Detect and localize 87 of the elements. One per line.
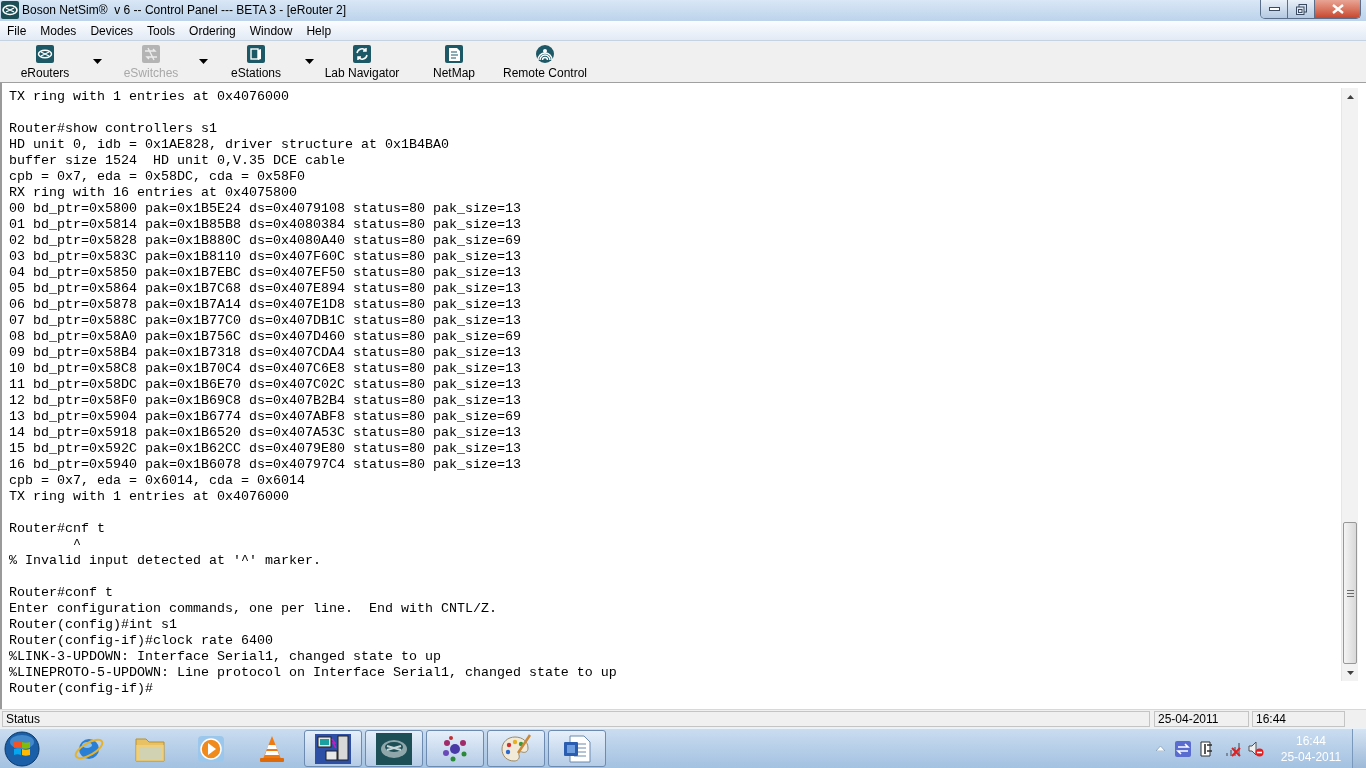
status-time: 16:44 <box>1252 711 1345 727</box>
document-icon <box>445 45 463 63</box>
close-button[interactable] <box>1315 0 1360 18</box>
terminal-line: 09 bd_ptr=0x58B4 pak=0x1B7318 ds=0x407CDA4 status=80 pak_size=13 <box>9 345 521 360</box>
terminal-line: 01 bd_ptr=0x5814 pak=0x1B85B8 ds=0x4080384 status=80 pak_size=13 <box>9 217 521 232</box>
minimize-icon <box>1268 7 1280 11</box>
scrollbar[interactable] <box>1341 88 1358 681</box>
terminal-line: 00 bd_ptr=0x5800 pak=0x1B5E24 ds=0x4079108 status=80 pak_size=13 <box>9 201 521 216</box>
terminal-line: RX ring with 16 entries at 0x4075800 <box>9 185 297 200</box>
taskbar-button[interactable] <box>548 730 606 767</box>
terminal-line: 16 bd_ptr=0x5940 pak=0x1B6078 ds=0x40797C4 status=80 pak_size=13 <box>9 457 521 472</box>
terminal-line: % Invalid input detected at '^' marker. <box>9 553 321 568</box>
menu-item[interactable]: Devices <box>83 22 141 39</box>
power-plug-icon[interactable] <box>1199 740 1215 757</box>
no-signal-icon[interactable] <box>1225 740 1241 757</box>
grip-icon <box>1346 589 1354 597</box>
network-transfer-icon[interactable] <box>1175 740 1191 757</box>
switch-icon <box>142 45 160 63</box>
terminal-line: 07 bd_ptr=0x588C pak=0x1B77C0 ds=0x407DB1C status=80 pak_size=13 <box>9 313 521 328</box>
terminal-line: Router(config-if)# <box>9 681 153 696</box>
caret-down-icon <box>92 59 102 64</box>
terminal-line: 03 bd_ptr=0x583C pak=0x1B8110 ds=0x407F60C status=80 pak_size=13 <box>9 249 521 264</box>
terminal-line: cpb = 0x7, eda = 0x58DC, cda = 0x58F0 <box>9 169 305 184</box>
toolbar-button[interactable]: Remote Control <box>497 41 593 82</box>
router-icon <box>36 45 54 63</box>
palette-icon <box>500 733 532 764</box>
status-date: 25-04-2011 <box>1154 711 1249 727</box>
terminal-line: Router#show controllers s1 <box>9 121 217 136</box>
terminal-line: cpb = 0x7, eda = 0x6014, cda = 0x6014 <box>9 473 305 488</box>
arrows-icon <box>353 45 371 63</box>
terminal-line: 13 bd_ptr=0x5904 pak=0x1B6774 ds=0x407ABF8 status=80 pak_size=69 <box>9 409 521 424</box>
terminal-line: 05 bd_ptr=0x5864 pak=0x1B7C68 ds=0x407E894 status=80 pak_size=13 <box>9 281 521 296</box>
terminal-line: 06 bd_ptr=0x5878 pak=0x1B7A14 ds=0x407E1D8 status=80 pak_size=13 <box>9 297 521 312</box>
caret-down-icon <box>304 59 314 64</box>
terminal-line: 15 bd_ptr=0x592C pak=0x1B62CC ds=0x4079E80 status=80 pak_size=13 <box>9 441 521 456</box>
taskbar-button[interactable] <box>426 730 484 767</box>
terminal-line: %LINK-3-UPDOWN: Interface Serial1, changed state to up <box>9 649 441 664</box>
terminal-line: ^ <box>73 537 81 552</box>
terminal-line: Router(config-if)#clock rate 6400 <box>9 633 273 648</box>
terminal-line: %LINEPROTO-5-UPDOWN: Line protocol on Interface Serial1, changed state to up <box>9 665 617 680</box>
menu-item[interactable]: File <box>0 22 34 39</box>
terminal-line: Router#cnf t <box>9 521 105 536</box>
terminal-line: 12 bd_ptr=0x58F0 pak=0x1B69C8 ds=0x407B2B4 status=80 pak_size=13 <box>9 393 521 408</box>
close-icon <box>1331 4 1344 14</box>
terminal-line: TX ring with 1 entries at 0x4076000 <box>9 89 289 104</box>
caret-down-icon <box>198 59 208 64</box>
menu-item[interactable]: Modes <box>33 22 84 39</box>
app-logo-icon <box>1 1 19 19</box>
signal-icon <box>536 45 554 63</box>
menu-item[interactable]: Tools <box>140 22 183 39</box>
terminal-line: 02 bd_ptr=0x5828 pak=0x1B880C ds=0x4080A40 status=80 pak_size=69 <box>9 233 521 248</box>
taskbar-button[interactable] <box>365 730 423 767</box>
restore-icon <box>1295 3 1307 15</box>
router-logo-icon <box>376 732 412 765</box>
caret-up-icon <box>1155 746 1165 751</box>
terminal-line: Router#conf t <box>9 585 113 600</box>
menu-item[interactable]: Window <box>242 22 300 39</box>
status-message: Status <box>2 711 1150 727</box>
toolbar-button[interactable]: eRouters <box>12 41 78 82</box>
workstation-icon <box>247 45 265 63</box>
menu-item[interactable]: Ordering <box>182 22 243 39</box>
terminal-line: Router(config)#int s1 <box>9 617 177 632</box>
play-icon <box>196 733 226 764</box>
menu-item[interactable]: Help <box>299 22 339 39</box>
terminal-line: 11 bd_ptr=0x58DC pak=0x1B6E70 ds=0x407C02C status=80 pak_size=13 <box>9 377 521 392</box>
caret-down-icon <box>1346 670 1354 675</box>
scroll-thumb[interactable] <box>1343 522 1357 664</box>
terminal-line: 08 bd_ptr=0x58A0 pak=0x1B756C ds=0x407D460 status=80 pak_size=69 <box>9 329 521 344</box>
network-computers-icon <box>314 732 352 765</box>
windows-logo-icon <box>4 730 40 767</box>
terminal-line: HD unit 0, idb = 0x1AE828, driver structure at 0x1B4BA0 <box>9 137 449 152</box>
terminal-line: TX ring with 1 entries at 0x4076000 <box>9 489 289 504</box>
restore-button[interactable] <box>1288 0 1315 18</box>
toolbar-button[interactable]: NetMap <box>424 41 484 82</box>
minimize-button[interactable] <box>1261 0 1288 18</box>
muted-speaker-icon[interactable] <box>1248 740 1264 757</box>
caret-up-icon <box>1346 94 1354 99</box>
toolbar-button[interactable]: eStations <box>223 41 289 82</box>
window-title: Boson NetSim® v 6 -- Control Panel --- BETA 3 - [eRouter 2] <box>22 3 347 17</box>
terminal-line: 14 bd_ptr=0x5918 pak=0x1B6520 ds=0x407A53C status=80 pak_size=13 <box>9 425 521 440</box>
toolbar-button[interactable]: Lab Navigator <box>320 41 404 82</box>
terminal-line: buffer size 1524 HD unit 0,V.35 DCE cable <box>9 153 345 168</box>
document-icon <box>562 733 592 764</box>
terminal-line: Enter configuration commands, one per line. End with CNTL/Z. <box>9 601 497 616</box>
terminal-line: 04 bd_ptr=0x5850 pak=0x1B7EBC ds=0x407EF50 status=80 pak_size=13 <box>9 265 521 280</box>
terminal-line: 10 bd_ptr=0x58C8 pak=0x1B70C4 ds=0x407C6E8 status=80 pak_size=13 <box>9 361 521 376</box>
taskbar-button[interactable] <box>304 730 362 767</box>
